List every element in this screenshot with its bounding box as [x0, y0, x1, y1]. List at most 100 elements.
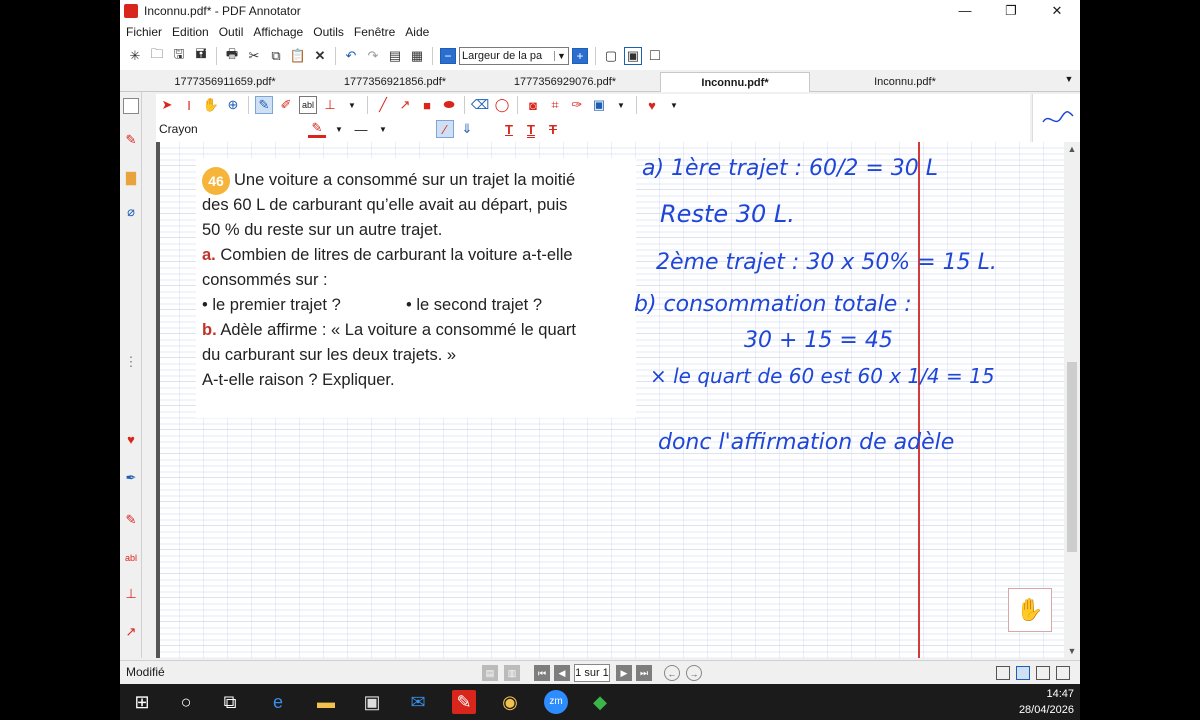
- eraser-icon[interactable]: ⌫: [471, 96, 489, 114]
- print-preview-icon[interactable]: ▤: [482, 665, 498, 681]
- page-indicator[interactable]: 1 sur 1: [574, 664, 610, 682]
- zoom-app-icon[interactable]: zm: [544, 690, 568, 714]
- touch-scroll-hand-button[interactable]: ✋: [1008, 588, 1052, 632]
- view-single-icon[interactable]: [996, 666, 1010, 680]
- tab-1777356911659[interactable]: 1777356911659.pdf*: [150, 72, 300, 92]
- menu-aide[interactable]: Aide: [405, 25, 429, 39]
- textbox-tool-icon[interactable]: abl: [299, 96, 317, 114]
- folder-icon[interactable]: ▇: [123, 170, 139, 186]
- menu-affichage[interactable]: Affichage: [253, 25, 303, 39]
- hand-pan-icon[interactable]: ✋: [202, 96, 220, 114]
- redo-icon[interactable]: ↷: [364, 47, 382, 65]
- last-page-button[interactable]: ⏭: [636, 665, 652, 681]
- blue-pen-icon[interactable]: ✒: [123, 470, 139, 486]
- ellipse-tool-icon[interactable]: ⬬: [440, 96, 458, 114]
- scroll-up-icon[interactable]: ▲: [1064, 142, 1080, 156]
- open-folder-icon[interactable]: 🗀: [148, 46, 166, 65]
- grip-handle-icon[interactable]: ⋮: [123, 354, 139, 370]
- previous-page-button[interactable]: ◀: [554, 665, 570, 681]
- search-icon[interactable]: ○: [174, 690, 198, 714]
- favorite-dropdown-icon[interactable]: ▼: [665, 96, 683, 114]
- paste-icon[interactable]: 📋: [289, 47, 307, 65]
- image-insert-icon[interactable]: ▣: [590, 96, 608, 114]
- tab-inconnu-active[interactable]: Inconnu.pdf*: [660, 72, 810, 92]
- copy-icon[interactable]: ⧉: [267, 47, 285, 65]
- pen-color-icon[interactable]: ✎: [308, 120, 326, 138]
- back-icon[interactable]: ←: [664, 665, 680, 681]
- text-strikethrough-icon[interactable]: T: [544, 120, 562, 138]
- pen-stroke-preview[interactable]: [1032, 94, 1080, 142]
- fit-width-view-icon[interactable]: ▣: [624, 47, 642, 65]
- pen-color-dropdown-icon[interactable]: ▼: [330, 120, 348, 138]
- favorite-heart-icon[interactable]: ♥: [643, 96, 661, 114]
- minimize-button[interactable]: —: [942, 0, 988, 22]
- select-arrow-icon[interactable]: ➤: [158, 96, 176, 114]
- page-icon[interactable]: [123, 98, 139, 114]
- new-document-icon[interactable]: ✳: [126, 47, 144, 65]
- system-clock[interactable]: 14:47 28/04/2026: [1019, 686, 1074, 718]
- forward-icon[interactable]: →: [686, 665, 702, 681]
- store-icon[interactable]: ▣: [360, 690, 384, 714]
- tabs-dropdown-icon[interactable]: ▼: [1062, 74, 1076, 88]
- text-underline-icon[interactable]: T: [500, 120, 518, 138]
- tab-1777356929076[interactable]: 1777356929076.pdf*: [490, 72, 640, 92]
- line-width-icon[interactable]: —: [352, 120, 370, 138]
- menu-fenetre[interactable]: Fenêtre: [354, 25, 395, 39]
- pressure-icon[interactable]: ⇓: [458, 120, 476, 138]
- text-double-underline-icon[interactable]: T: [522, 120, 540, 138]
- geogebra-icon[interactable]: ◆: [588, 690, 612, 714]
- highlighter-icon[interactable]: ✎: [123, 512, 139, 528]
- view-facing-icon[interactable]: [1036, 666, 1050, 680]
- rectangle-tool-icon[interactable]: ■: [418, 96, 436, 114]
- document-viewport[interactable]: 46 Une voiture a consommé sur un trajet …: [156, 142, 1064, 658]
- smooth-stroke-icon[interactable]: ∕: [436, 120, 454, 138]
- close-button[interactable]: ✕: [1034, 0, 1080, 22]
- pdf-page[interactable]: 46 Une voiture a consommé sur un trajet …: [156, 142, 1064, 658]
- first-page-button[interactable]: ⏮: [534, 665, 550, 681]
- text-select-icon[interactable]: I: [180, 96, 198, 114]
- next-page-button[interactable]: ▶: [616, 665, 632, 681]
- tab-1777356921856[interactable]: 1777356921856.pdf*: [320, 72, 470, 92]
- line-tool-icon[interactable]: ╱: [374, 96, 392, 114]
- tab-inconnu[interactable]: Inconnu.pdf*: [830, 72, 980, 92]
- scroll-down-icon[interactable]: ▼: [1064, 644, 1080, 658]
- camera-icon[interactable]: ◙: [524, 96, 542, 114]
- view-continuous-icon[interactable]: [1016, 666, 1030, 680]
- pdf-annotator-taskbar-icon[interactable]: ✎: [452, 690, 476, 714]
- save-icon[interactable]: 🖫: [170, 46, 188, 65]
- pipette-icon[interactable]: ✑: [568, 96, 586, 114]
- single-page-view-icon[interactable]: ▢: [602, 47, 620, 65]
- text-box-icon[interactable]: abl: [123, 550, 139, 566]
- undo-icon[interactable]: ↶: [342, 47, 360, 65]
- zoom-in-button[interactable]: +: [572, 48, 588, 64]
- line-width-dropdown-icon[interactable]: ▼: [374, 120, 392, 138]
- view-facing-continuous-icon[interactable]: [1056, 666, 1070, 680]
- export-icon[interactable]: ▥: [504, 665, 520, 681]
- scrollbar-thumb[interactable]: [1067, 362, 1077, 552]
- menu-outil[interactable]: Outil: [219, 25, 244, 39]
- windows-start-icon[interactable]: ⊞: [130, 690, 154, 714]
- vertical-scrollbar[interactable]: ▲ ▼: [1064, 142, 1080, 658]
- insert-page-icon[interactable]: ▤: [386, 47, 404, 65]
- zoom-select[interactable]: Largeur de la pa ▼: [459, 47, 569, 65]
- chrome-icon[interactable]: ◉: [498, 690, 522, 714]
- zoom-icon[interactable]: ⊕: [224, 96, 242, 114]
- save-as-icon[interactable]: 🖬: [192, 46, 210, 65]
- image-dropdown-icon[interactable]: ▼: [612, 96, 630, 114]
- stamp-icon[interactable]: ⊥: [123, 586, 139, 602]
- edge-browser-icon[interactable]: e: [266, 690, 290, 714]
- page-layout-icon[interactable]: ▦: [408, 47, 426, 65]
- mail-icon[interactable]: ✉: [406, 690, 430, 714]
- marker-tool-icon[interactable]: ✐: [277, 96, 295, 114]
- menu-outils[interactable]: Outils: [313, 25, 344, 39]
- fullscreen-view-icon[interactable]: □: [646, 47, 664, 65]
- task-view-icon[interactable]: ⧉: [218, 690, 242, 714]
- delete-icon[interactable]: ✕: [311, 47, 329, 65]
- zoom-out-button[interactable]: −: [440, 48, 456, 64]
- pen-tool-icon[interactable]: ✎: [123, 132, 139, 148]
- restore-button[interactable]: ❐: [988, 0, 1034, 22]
- menu-fichier[interactable]: Fichier: [126, 25, 162, 39]
- stamp-tool-icon[interactable]: ⊥: [321, 96, 339, 114]
- stamp-dropdown-icon[interactable]: ▼: [343, 96, 361, 114]
- arrow-line-tool-icon[interactable]: ↗: [396, 96, 414, 114]
